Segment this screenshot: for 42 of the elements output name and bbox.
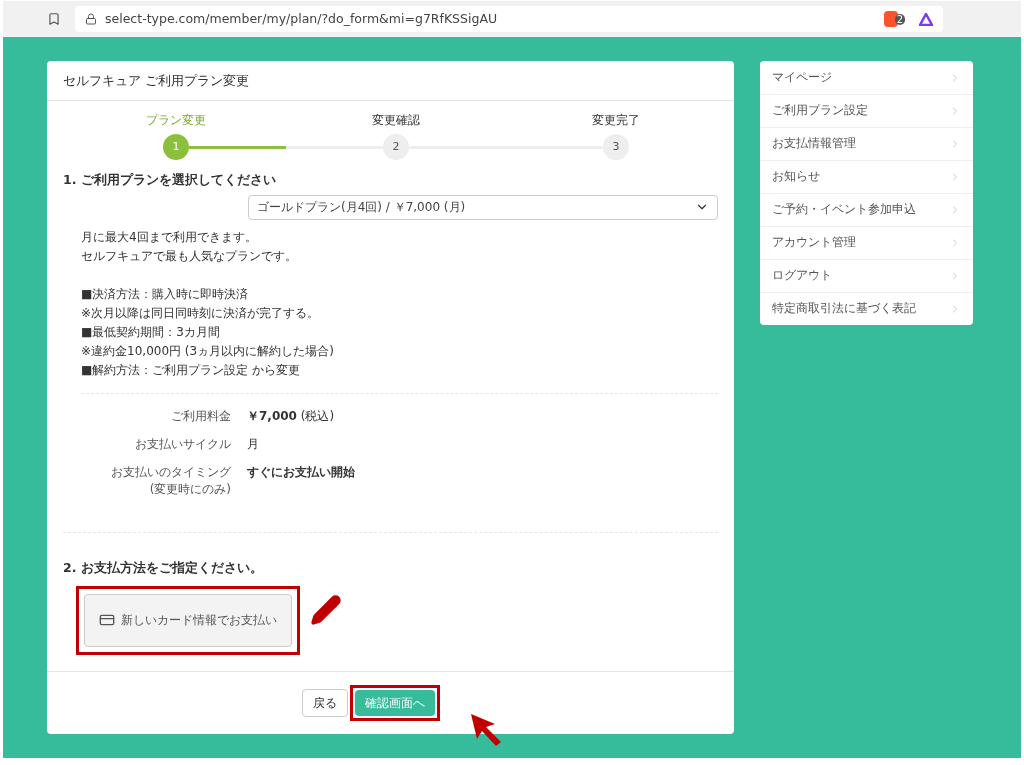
step-number: 2	[383, 134, 409, 160]
extension-count: 2	[894, 13, 905, 25]
sidebar-item[interactable]: マイページ	[760, 61, 973, 94]
triangle-extension-icon[interactable]	[919, 12, 933, 26]
cursor-arrow-icon	[469, 712, 503, 748]
detail-value: 月	[247, 435, 260, 453]
detail-label: お支払いサイクル	[134, 435, 231, 453]
new-card-payment-button[interactable]: 新しいカード情報でお支払い	[84, 593, 292, 647]
plan-description: ■決済方法：購入時に即時決済	[81, 285, 250, 303]
lock-icon	[85, 13, 97, 25]
plan-select[interactable]: ゴールドプラン(月4回) / ￥7,000 (月)	[248, 194, 718, 220]
sidebar-item[interactable]: お支払情報管理	[760, 127, 973, 160]
step-label: プラン変更	[146, 112, 206, 129]
detail-label: お支払いのタイミング (変更時にのみ)	[110, 463, 231, 498]
sidebar-item[interactable]: ご利用プラン設定	[760, 94, 973, 127]
url-text: select-type.com/member/my/plan/?do_form&mi=g7RfKSSigAU	[105, 9, 499, 28]
bookmark-icon[interactable]	[47, 12, 61, 26]
sidebar-item[interactable]: アカウント管理	[760, 226, 973, 259]
sidebar-item[interactable]: 特定商取引法に基づく表記	[760, 292, 973, 325]
detail-label: ご利用料金	[170, 407, 231, 425]
sidebar-item[interactable]: ログアウト	[760, 259, 973, 292]
pencil-icon	[310, 594, 342, 626]
back-button[interactable]: 戻る	[301, 689, 348, 717]
section-heading: 2. お支払方法をご指定ください。	[63, 558, 264, 577]
step-number: 3	[603, 134, 629, 160]
detail-value: ￥7,000 (税込)	[247, 407, 336, 425]
card-title: セルフキュア ご利用プラン変更	[63, 71, 250, 90]
plan-note: ※違約金10,000円 (3ヵ月以内に解約した場合)	[81, 342, 335, 360]
step-label: 変更確認	[372, 112, 420, 129]
plan-description: ■最低契約期間：3カ月間	[81, 323, 221, 341]
plan-note: ※次月以降は同日同時刻に決済が完了する。	[81, 304, 321, 322]
plan-description: 月に最大4回まで利用できます。	[81, 228, 258, 246]
plan-description: セルフキュアで最も人気なプランです。	[81, 247, 298, 265]
section-heading: 1. ご利用プランを選択してください	[63, 171, 277, 189]
step-label: 変更完了	[592, 112, 640, 129]
plan-description: ■解約方法：ご利用プラン設定 から変更	[81, 361, 302, 379]
address-bar[interactable]: select-type.com/member/my/plan/?do_form&mi=g7RfKSSigAU 2	[75, 6, 943, 32]
sidebar-item[interactable]: お知らせ	[760, 160, 973, 193]
step-number: 1	[163, 134, 189, 160]
credit-card-icon	[99, 612, 115, 628]
sidebar-item[interactable]: ご予約・イベント参加申込	[760, 193, 973, 226]
detail-value: すぐにお支払い開始	[247, 463, 356, 481]
